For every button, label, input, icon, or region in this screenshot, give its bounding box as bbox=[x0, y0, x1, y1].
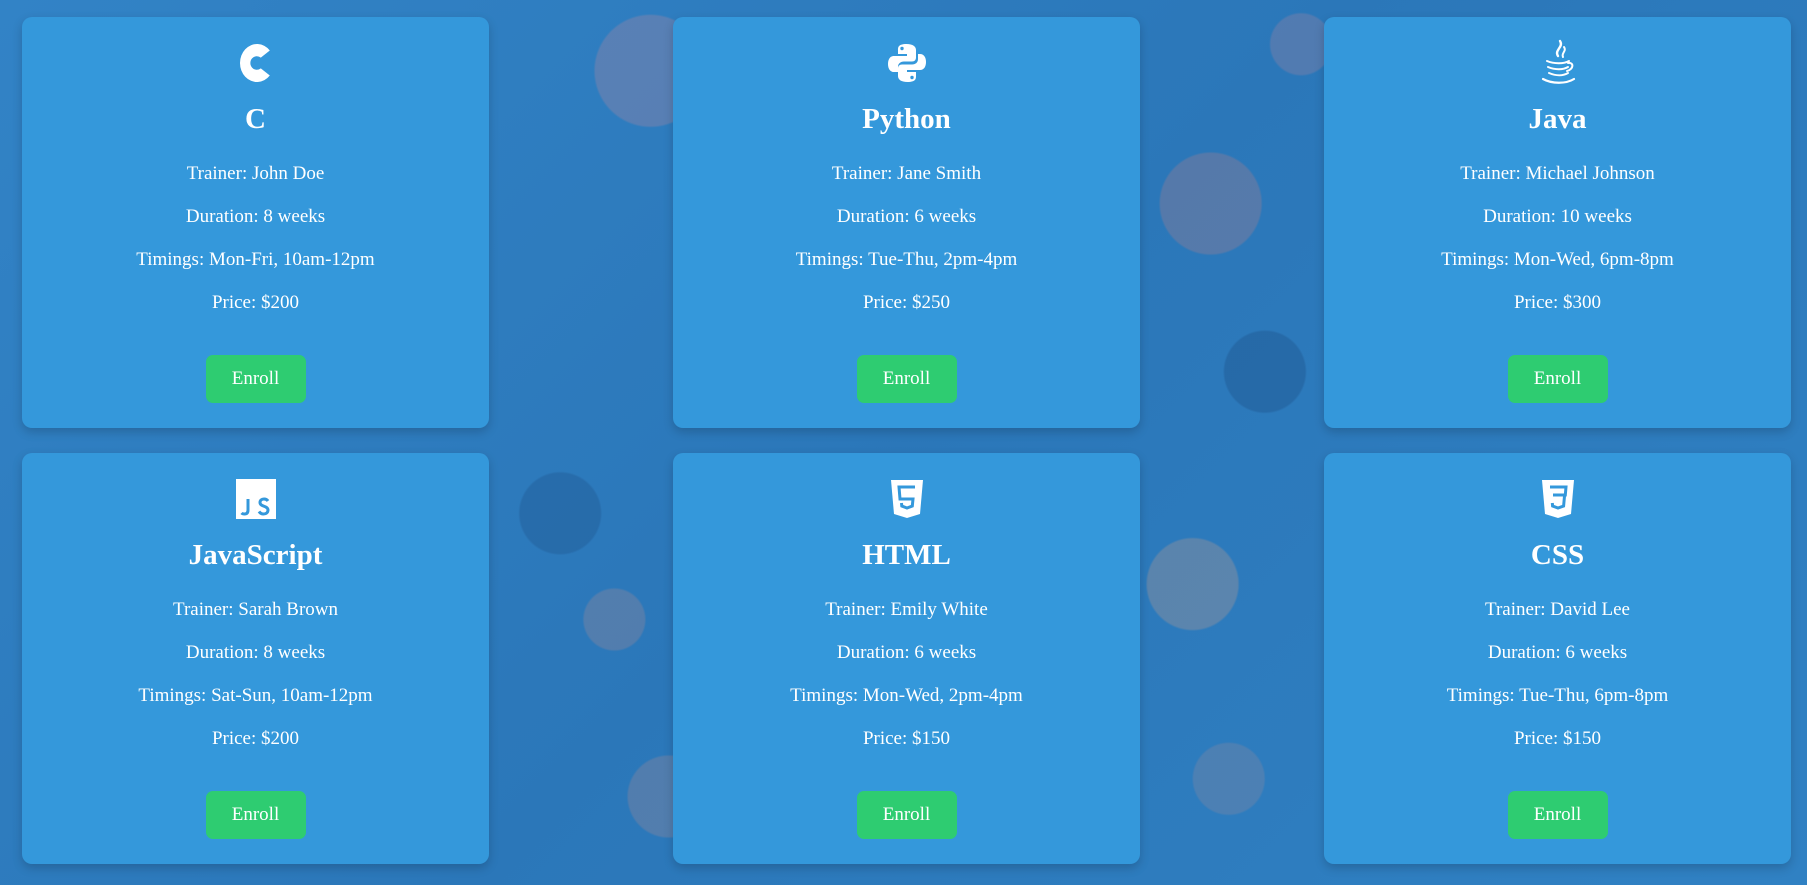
course-grid: C Trainer: John Doe Duration: 8 weeks Ti… bbox=[22, 17, 1792, 864]
enroll-button[interactable]: Enroll bbox=[205, 355, 306, 403]
course-title: HTML bbox=[862, 539, 951, 571]
course-card-java: Java Trainer: Michael Johnson Duration: … bbox=[1324, 17, 1791, 428]
enroll-button[interactable]: Enroll bbox=[1507, 791, 1608, 839]
enroll-button[interactable]: Enroll bbox=[856, 355, 957, 403]
course-trainer: Trainer: John Doe bbox=[186, 163, 325, 184]
css3-icon bbox=[1324, 477, 1791, 521]
course-trainer: Trainer: Michael Johnson bbox=[1460, 163, 1655, 184]
python-icon bbox=[673, 41, 1140, 85]
course-title: Java bbox=[1528, 103, 1587, 135]
course-card-css: CSS Trainer: David Lee Duration: 6 weeks… bbox=[1324, 453, 1791, 864]
course-timings: Timings: Mon-Wed, 6pm-8pm bbox=[1441, 249, 1674, 270]
course-price: Price: $200 bbox=[211, 728, 300, 749]
course-title: CSS bbox=[1530, 539, 1585, 571]
course-duration: Duration: 6 weeks bbox=[1487, 642, 1628, 663]
course-duration: Duration: 8 weeks bbox=[185, 642, 326, 663]
course-card-python: Python Trainer: Jane Smith Duration: 6 w… bbox=[673, 17, 1140, 428]
course-timings: Timings: Tue-Thu, 6pm-8pm bbox=[1446, 685, 1669, 706]
java-icon bbox=[1324, 39, 1791, 85]
course-timings: Timings: Mon-Fri, 10am-12pm bbox=[136, 249, 375, 270]
course-duration: Duration: 10 weeks bbox=[1483, 206, 1632, 227]
enroll-button[interactable]: Enroll bbox=[1507, 355, 1608, 403]
course-price: Price: $300 bbox=[1513, 292, 1602, 313]
course-timings: Timings: Tue-Thu, 2pm-4pm bbox=[795, 249, 1018, 270]
enroll-button[interactable]: Enroll bbox=[205, 791, 306, 839]
c-language-icon bbox=[22, 41, 489, 85]
html5-icon bbox=[673, 477, 1140, 521]
course-trainer: Trainer: David Lee bbox=[1485, 599, 1630, 620]
course-card-html: HTML Trainer: Emily White Duration: 6 we… bbox=[673, 453, 1140, 864]
course-duration: Duration: 8 weeks bbox=[185, 206, 326, 227]
course-trainer: Trainer: Jane Smith bbox=[831, 163, 982, 184]
course-card-c: C Trainer: John Doe Duration: 8 weeks Ti… bbox=[22, 17, 489, 428]
course-timings: Timings: Mon-Wed, 2pm-4pm bbox=[790, 685, 1023, 706]
course-title: JavaScript bbox=[188, 539, 323, 571]
enroll-button[interactable]: Enroll bbox=[856, 791, 957, 839]
course-price: Price: $150 bbox=[1513, 728, 1602, 749]
course-trainer: Trainer: Sarah Brown bbox=[173, 599, 338, 620]
course-duration: Duration: 6 weeks bbox=[836, 642, 977, 663]
course-price: Price: $250 bbox=[862, 292, 951, 313]
course-duration: Duration: 6 weeks bbox=[836, 206, 977, 227]
javascript-icon bbox=[22, 477, 489, 521]
course-trainer: Trainer: Emily White bbox=[825, 599, 988, 620]
course-card-javascript: JavaScript Trainer: Sarah Brown Duration… bbox=[22, 453, 489, 864]
course-price: Price: $150 bbox=[862, 728, 951, 749]
course-timings: Timings: Sat-Sun, 10am-12pm bbox=[138, 685, 373, 706]
course-title: Python bbox=[862, 103, 951, 135]
course-title: C bbox=[245, 103, 266, 135]
course-price: Price: $200 bbox=[211, 292, 300, 313]
